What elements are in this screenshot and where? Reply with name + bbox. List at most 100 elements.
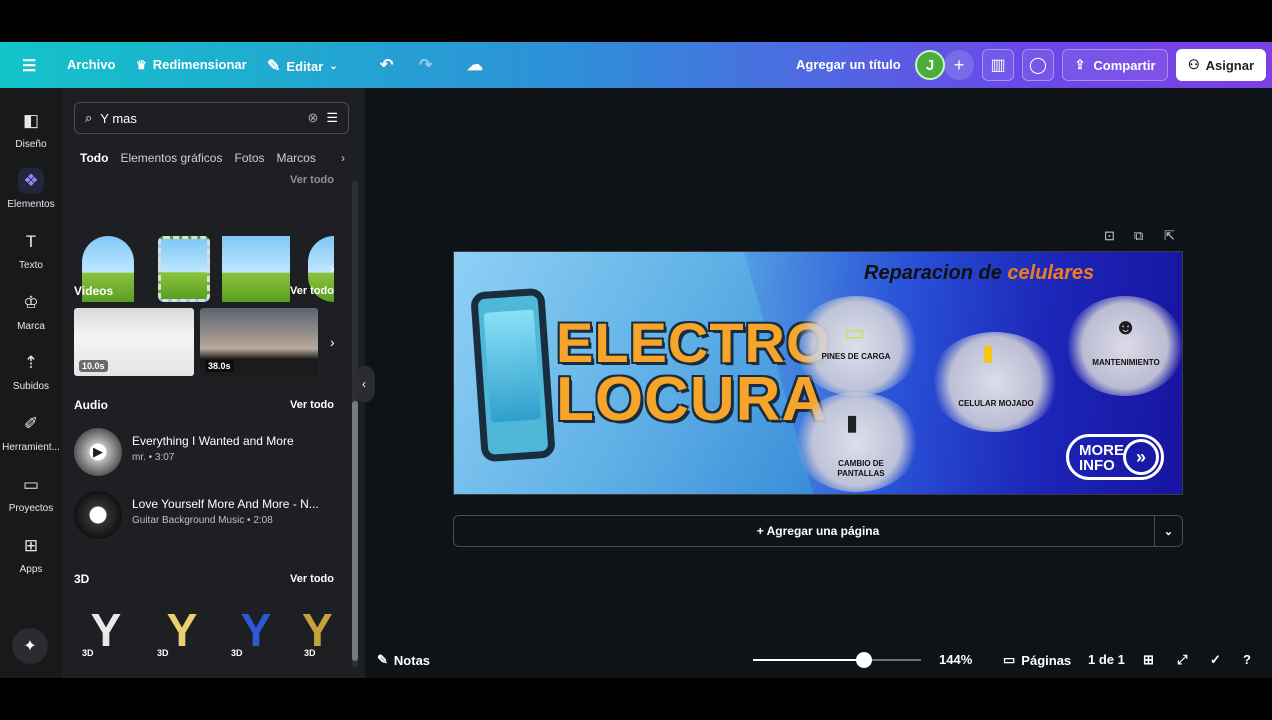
pages-button[interactable]: ▭ Páginas: [1003, 652, 1071, 668]
cloud: [1066, 296, 1182, 396]
notes-button[interactable]: ✎ Notas: [377, 652, 430, 668]
frame-stamp[interactable]: [158, 236, 210, 302]
fullscreen-icon[interactable]: ⤢: [1177, 652, 1187, 668]
hand-phone-icon: ▮: [846, 410, 859, 435]
pencil-icon: ✎: [267, 58, 281, 75]
service-label: CAMBIO DE PANTALLAS: [837, 459, 885, 478]
service-label: CELULAR MOJADO: [958, 399, 1034, 408]
assign-button[interactable]: ⚇ Asignar: [1176, 49, 1266, 81]
upload-icon: ⇡: [23, 353, 39, 372]
chevron-down-icon[interactable]: ⌄: [1154, 516, 1182, 546]
lock-icon[interactable]: ⊡: [1104, 228, 1115, 244]
3d-badge: 3D: [231, 648, 243, 658]
collapse-panel-button[interactable]: ‹: [353, 366, 375, 402]
zoom-level[interactable]: 144%: [939, 652, 972, 667]
phone-icon: ▮: [982, 340, 995, 365]
edit-label: Editar: [286, 58, 324, 74]
help-icon[interactable]: ?: [1243, 652, 1251, 667]
clear-icon[interactable]: ⊗: [307, 110, 318, 126]
resize-button[interactable]: ♛ Redimensionar: [136, 57, 247, 72]
file-menu[interactable]: Archivo: [67, 57, 115, 72]
chevron-down-icon: ⌄: [329, 60, 338, 72]
check-icon[interactable]: ✓: [1210, 652, 1221, 668]
menu-icon[interactable]: ☰: [22, 56, 36, 76]
rail-label: Subidos: [12, 381, 50, 392]
design-canvas[interactable]: ELECTRO LOCURA Reparacion de celulares ▭…: [453, 251, 1183, 495]
people-icon: ⚇: [1187, 57, 1200, 72]
service-label: PINES DE CARGA: [821, 352, 891, 361]
search-input[interactable]: ⌕ Y mas ⊗ ☰: [74, 102, 349, 134]
frames-next-icon[interactable]: ›: [330, 260, 335, 276]
share-button[interactable]: ⇪ Compartir: [1062, 49, 1168, 81]
three-d-see-all[interactable]: Ver todo: [290, 573, 334, 585]
zoom-slider-knob[interactable]: [856, 652, 872, 668]
design-icon: ◧: [22, 111, 40, 130]
rail-item-apps[interactable]: ⊞ Apps: [0, 533, 62, 575]
tabs-next-icon[interactable]: ›: [341, 151, 345, 165]
audio-track-title: Love Yourself More And More - N...: [132, 497, 319, 511]
undo-icon[interactable]: ↶: [380, 55, 393, 75]
double-chevron-icon: »: [1123, 439, 1159, 475]
search-icon: ⌕: [85, 110, 93, 125]
panel-tabs: Todo Elementos gráficos Fotos Marcos: [80, 151, 350, 165]
add-page-icon[interactable]: ⇱: [1164, 228, 1175, 244]
list-item[interactable]: ▶ Everything I Wanted and More mr. • 3:0…: [74, 428, 344, 478]
add-collaborator-button[interactable]: +: [944, 50, 974, 80]
duplicate-icon[interactable]: ⧉: [1134, 228, 1143, 244]
audio-track-meta: Guitar Background Music • 2:08: [132, 515, 273, 526]
play-icon[interactable]: ▶: [74, 428, 122, 476]
tab-photos[interactable]: Fotos: [234, 151, 264, 165]
design-title-main: Reparacion de: [864, 262, 1008, 284]
videos-next-icon[interactable]: ›: [330, 334, 335, 350]
tab-graphics[interactable]: Elementos gráficos: [120, 151, 222, 165]
grid-view-icon[interactable]: ⊞: [1143, 652, 1154, 668]
rail-label: Proyectos: [8, 503, 54, 514]
left-rail: ◧ Diseño ❖ Elementos T Texto ♔ Marca ⇡ Subido…: [0, 88, 62, 678]
rail-label: Herramient...: [2, 442, 60, 453]
rail-item-uploads[interactable]: ⇡ Subidos: [0, 350, 62, 392]
video-thumb[interactable]: 10.0s: [74, 308, 194, 376]
panel-scrollbar[interactable]: [352, 181, 358, 667]
title-placeholder: Agregar un título: [796, 57, 901, 72]
rail-item-projects[interactable]: ▭ Proyectos: [0, 472, 62, 514]
frames-see-all[interactable]: Ver todo: [290, 174, 334, 186]
more-info-badge: MORE INFO »: [1066, 434, 1164, 480]
zoom-value: 144%: [939, 652, 973, 667]
rail-item-elements[interactable]: ❖ Elementos: [0, 168, 62, 210]
title-field[interactable]: Agregar un título: [796, 57, 901, 72]
scroll-thumb[interactable]: [352, 401, 358, 661]
edit-button[interactable]: ✎ Editar ⌄: [267, 56, 338, 76]
bar-chart-icon: ▥: [990, 57, 1006, 74]
rail-item-tools[interactable]: ✐ Herramient...: [0, 411, 62, 453]
folder-icon: ▭: [22, 475, 40, 494]
filter-icon[interactable]: ☰: [326, 110, 338, 126]
elements-icon: ❖: [18, 168, 44, 194]
more-info-text: MORE INFO: [1079, 442, 1124, 474]
comments-button[interactable]: ◯: [1022, 49, 1054, 81]
service-label: MANTENIMIENTO: [1092, 358, 1160, 367]
magic-sparkle-button[interactable]: ✦: [12, 628, 48, 664]
phone-screen: [483, 309, 542, 423]
crown-icon: ♛: [136, 57, 147, 72]
insights-button[interactable]: ▥: [982, 49, 1014, 81]
cloud-save-icon[interactable]: ☁: [467, 55, 483, 75]
text-icon: T: [25, 232, 37, 251]
zoom-slider[interactable]: [753, 659, 921, 661]
audio-see-all[interactable]: Ver todo: [290, 399, 334, 411]
avatar[interactable]: J: [915, 50, 945, 80]
3d-badge: 3D: [157, 648, 169, 658]
rail-item-text[interactable]: T Texto: [0, 229, 62, 271]
tab-frames[interactable]: Marcos: [277, 151, 316, 165]
play-icon[interactable]: ▶: [74, 491, 122, 539]
videos-see-all[interactable]: Ver todo: [290, 285, 334, 297]
video-thumb[interactable]: 38.0s: [200, 308, 318, 376]
add-page-button[interactable]: + Agregar una página ⌄: [453, 515, 1183, 547]
frame-rect[interactable]: [222, 236, 290, 302]
redo-icon[interactable]: ↷: [419, 55, 432, 75]
list-item[interactable]: ▶ Love Yourself More And More - N... Gui…: [74, 491, 344, 541]
3d-badge: 3D: [304, 648, 316, 658]
rail-item-brand[interactable]: ♔ Marca: [0, 290, 62, 332]
search-value: Y mas: [100, 110, 137, 126]
tab-all[interactable]: Todo: [80, 151, 108, 165]
rail-item-design[interactable]: ◧ Diseño: [0, 108, 62, 150]
